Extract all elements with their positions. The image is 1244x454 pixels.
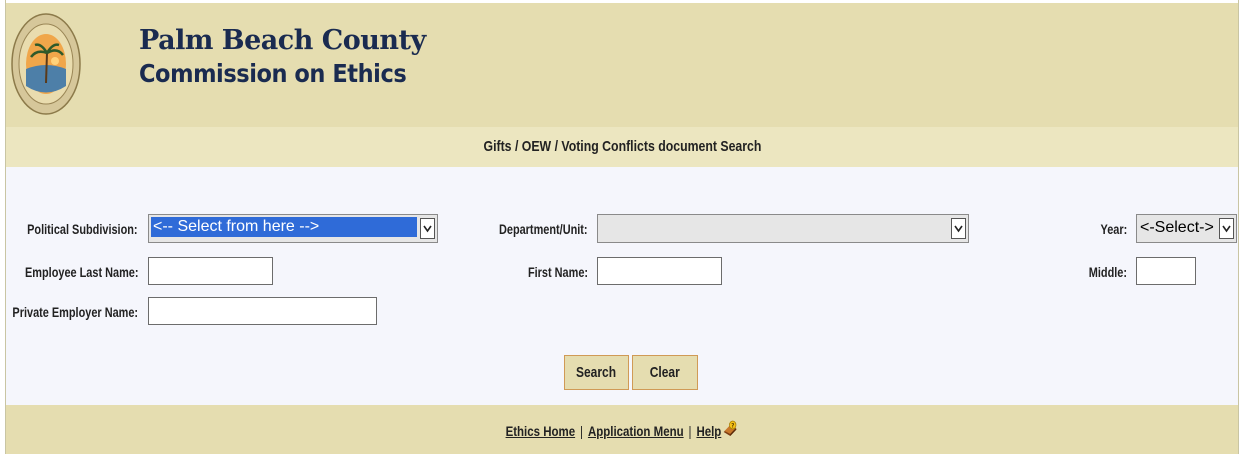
- department-unit-select[interactable]: [597, 214, 969, 243]
- political-subdivision-label: Political Subdivision:: [27, 221, 138, 237]
- help-book-icon[interactable]: ?: [722, 420, 738, 440]
- middle-name-input[interactable]: [1136, 257, 1196, 285]
- middle-name-label: Middle:: [1088, 264, 1127, 280]
- year-selected: <-Select->: [1140, 219, 1214, 236]
- footer-separator: |: [688, 423, 692, 439]
- org-name-line2: Commission on Ethics: [139, 59, 407, 88]
- year-label: Year:: [1100, 221, 1127, 237]
- brand-title: Palm Beach County Commission on Ethics: [139, 25, 436, 91]
- ethics-home-link[interactable]: Ethics Home: [506, 423, 576, 439]
- chevron-down-icon[interactable]: [420, 218, 435, 239]
- department-unit-label: Department/Unit:: [499, 221, 588, 237]
- private-employer-name-label: Private Employer Name:: [12, 304, 138, 320]
- footer-nav: Ethics Home | Application Menu | Help ?: [6, 405, 1238, 454]
- political-subdivision-selected: <-- Select from here -->: [151, 217, 417, 237]
- footer-links: Ethics Home | Application Menu | Help ?: [6, 420, 1238, 440]
- employee-last-name-input[interactable]: [148, 257, 273, 285]
- year-select[interactable]: <-Select->: [1136, 214, 1237, 243]
- search-button-label: Search: [576, 364, 617, 381]
- footer-separator: |: [579, 423, 583, 439]
- political-subdivision-select[interactable]: <-- Select from here -->: [148, 214, 438, 243]
- employee-last-name-label: Employee Last Name:: [24, 264, 138, 280]
- page-title: Gifts / OEW / Voting Conflicts document …: [483, 138, 761, 155]
- svg-text:?: ?: [731, 422, 735, 430]
- header-banner: Palm Beach County Commission on Ethics: [6, 3, 1238, 127]
- clear-button[interactable]: Clear: [632, 355, 698, 390]
- application-menu-link[interactable]: Application Menu: [588, 423, 684, 439]
- search-title-bar: Gifts / OEW / Voting Conflicts document …: [6, 127, 1238, 167]
- private-employer-name-input[interactable]: [148, 297, 377, 325]
- search-button[interactable]: Search: [564, 355, 629, 390]
- help-link[interactable]: Help: [696, 423, 721, 439]
- first-name-label: First Name:: [527, 264, 588, 280]
- chevron-down-icon[interactable]: [951, 218, 966, 239]
- clear-button-label: Clear: [649, 364, 681, 381]
- org-name-line1: Palm Beach County: [139, 25, 426, 56]
- first-name-input[interactable]: [597, 257, 722, 285]
- county-seal-logo: [11, 13, 81, 115]
- chevron-down-icon[interactable]: [1219, 218, 1234, 239]
